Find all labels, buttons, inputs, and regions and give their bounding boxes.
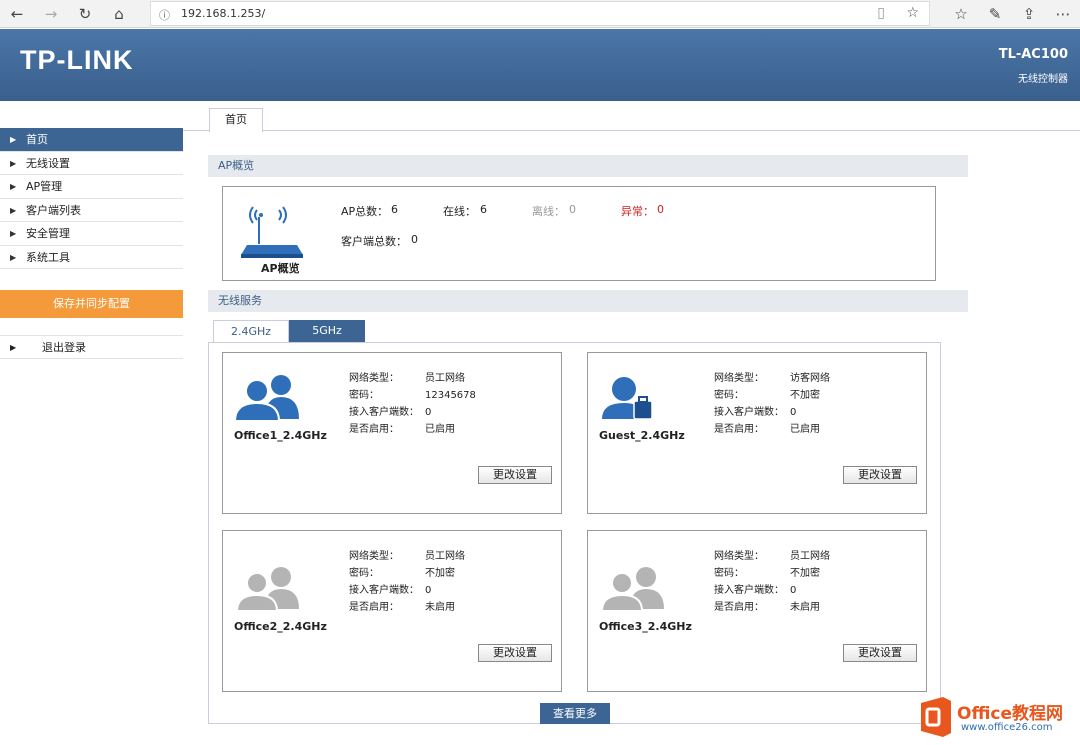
ssid-card: Office3_2.4GHz 网络类型： 员工网络 密码： 不加密 接入客户端数： 0… [587,530,927,692]
change-settings-button[interactable]: 更改设置 [478,644,552,662]
wireless-service-header: 无线服务 [208,290,968,312]
caret-right-icon: ▶ [10,135,17,144]
caret-right-icon: ▶ [10,205,17,215]
share-icon[interactable]: ⇪ [1018,4,1040,24]
client-total-label: 客户端总数： [341,235,407,248]
users-group-icon [235,567,299,611]
reading-view-icon[interactable]: ▯ [877,5,885,21]
save-sync-button[interactable]: 保存并同步配置 [0,290,183,318]
field-network-type: 网络类型： 员工网络 [349,551,465,562]
access-point-icon [241,206,303,258]
tab-home[interactable]: 首页 [209,108,263,132]
ap-online-label: 在线： [443,205,476,218]
field-network-type: 网络类型： 员工网络 [349,373,465,384]
forward-icon[interactable]: → [40,4,62,24]
sidebar-item-home[interactable]: ▶ 首页 [0,128,183,152]
field-enabled: 是否启用： 已启用 [714,424,820,435]
field-enabled: 是否启用： 未启用 [714,602,820,613]
refresh-icon[interactable]: ↻ [74,4,96,24]
ssid-card: Office1_2.4GHz 网络类型： 员工网络 密码： 12345678 接入客… [222,352,562,514]
watermark-brand: Office教程网 [957,704,1064,724]
favorites-list-icon[interactable]: ☆ [950,4,972,24]
field-clients: 接入客户端数： 0 [349,407,432,418]
model-subtitle: 无线控制器 [1018,74,1068,85]
browser-toolbar: ← → ↻ ⌂ ⓘ 192.168.1.253/ ▯ ☆ ☆ ✎ ⇪ ⋯ [0,0,1080,28]
field-clients: 接入客户端数： 0 [714,407,797,418]
guest-user-icon [602,377,653,420]
client-total-value: 0 [411,233,418,246]
ap-overview-panel: AP概览 AP总数： 6 在线： 6 离线： 0 异常： 0 客户端总数： 0 [222,186,936,281]
ssid-name: Office2_2.4GHz [234,620,327,633]
sidebar-item-security[interactable]: ▶ 安全管理 [0,222,183,246]
ap-total-label: AP总数： [341,205,389,218]
users-group-icon [600,567,664,611]
caret-right-icon: ▶ [10,182,17,191]
favorite-star-icon[interactable]: ☆ [906,5,919,21]
ap-offline-value: 0 [569,203,576,216]
ap-overview-icon-label: AP概览 [261,262,300,275]
home-icon[interactable]: ⌂ [108,4,130,24]
field-network-type: 网络类型： 访客网络 [714,373,830,384]
ap-total-value: 6 [391,203,398,216]
ap-overview-header: AP概览 [208,155,968,177]
ssid-name: Office3_2.4GHz [599,620,692,633]
app-header: TP-LINK TL-AC100 无线控制器 [0,29,1080,101]
ssid-name: Office1_2.4GHz [234,429,327,442]
sidebar-item-clients[interactable]: ▶ 客户端列表 [0,198,183,222]
ap-offline-label: 离线： [532,205,565,218]
sidebar: ▶ 首页 ▶ 无线设置 ▶ AP管理 ▶ 客户端列表 ▶ 安全管理 ▶ 系统工具 [0,128,183,269]
ssid-card: Office2_2.4GHz 网络类型： 员工网络 密码： 不加密 接入客户端数： 0… [222,530,562,692]
watermark-url: www.office26.com [961,722,1053,733]
model-name: TL-AC100 [998,47,1068,62]
pen-icon[interactable]: ✎ [984,4,1006,24]
tab-5ghz[interactable]: 5GHz [289,320,365,342]
change-settings-button[interactable]: 更改设置 [478,466,552,484]
field-password: 密码： 不加密 [349,568,455,579]
sidebar-item-ap[interactable]: ▶ AP管理 [0,175,183,199]
sidebar-item-wireless[interactable]: ▶ 无线设置 [0,151,183,175]
office-logo-icon [921,697,951,737]
change-settings-button[interactable]: 更改设置 [843,644,917,662]
url-text[interactable]: 192.168.1.253/ [181,7,265,20]
caret-right-icon: ▶ [10,252,17,262]
field-enabled: 是否启用： 已启用 [349,424,455,435]
caret-right-icon: ▶ [10,229,17,238]
caret-right-icon: ▶ [10,343,17,352]
field-network-type: 网络类型： 员工网络 [714,551,830,562]
watermark: Office教程网 www.office26.com [917,693,1077,743]
ap-abnormal-value: 0 [657,203,664,216]
address-bar[interactable]: ⓘ 192.168.1.253/ ▯ ☆ [150,1,930,26]
field-clients: 接入客户端数： 0 [714,585,797,596]
back-icon[interactable]: ← [6,4,28,24]
field-clients: 接入客户端数： 0 [349,585,432,596]
sidebar-item-tools[interactable]: ▶ 系统工具 [0,245,183,269]
info-icon[interactable]: ⓘ [159,7,170,23]
tab-2-4ghz[interactable]: 2.4GHz [213,320,289,342]
caret-right-icon: ▶ [10,158,17,168]
logout-button[interactable]: ▶ 退出登录 [0,335,183,359]
field-password: 密码： 12345678 [349,390,476,401]
view-more-button[interactable]: 查看更多 [540,703,610,724]
field-password: 密码： 不加密 [714,390,820,401]
tp-link-logo: TP-LINK [20,45,134,75]
field-password: 密码： 不加密 [714,568,820,579]
field-enabled: 是否启用： 未启用 [349,602,455,613]
more-icon[interactable]: ⋯ [1052,4,1074,24]
ssid-card: Guest_2.4GHz 网络类型： 访客网络 密码： 不加密 接入客户端数： 0 是… [587,352,927,514]
users-group-icon [235,375,299,421]
tab-bar: 首页 [183,105,1080,132]
ap-online-value: 6 [480,203,487,216]
ssid-name: Guest_2.4GHz [599,429,685,442]
ap-abnormal-label: 异常： [621,205,654,218]
change-settings-button[interactable]: 更改设置 [843,466,917,484]
